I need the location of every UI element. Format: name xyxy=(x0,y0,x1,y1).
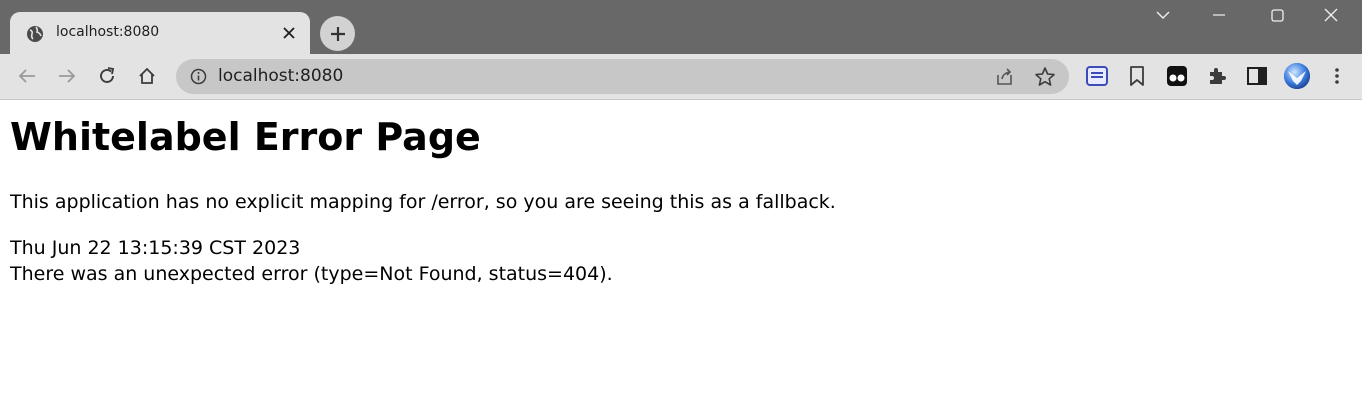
reading-list-button[interactable] xyxy=(1083,62,1111,90)
tampermonkey-icon xyxy=(1167,66,1187,86)
more-vert-icon xyxy=(1335,68,1339,84)
minimize-button[interactable] xyxy=(1196,0,1242,30)
new-tab-button[interactable] xyxy=(320,16,355,51)
browser-menu-button[interactable] xyxy=(1323,62,1351,90)
share-icon[interactable] xyxy=(994,66,1016,88)
home-icon xyxy=(139,67,155,84)
tab-title: localhost:8080 xyxy=(56,24,160,40)
tampermonkey-button[interactable] xyxy=(1163,62,1191,90)
info-icon[interactable] xyxy=(190,68,207,85)
error-message: This application has no explicit mapping… xyxy=(10,191,836,213)
error-detail: There was an unexpected error (type=Not … xyxy=(10,263,613,285)
bookmark-button[interactable] xyxy=(1123,62,1151,90)
error-timestamp: Thu Jun 22 13:15:39 CST 2023 xyxy=(10,237,301,259)
globe-icon xyxy=(27,26,43,42)
side-panel-icon xyxy=(1247,67,1267,85)
tab-search-button[interactable] xyxy=(1140,0,1186,30)
url-text[interactable]: localhost:8080 xyxy=(218,66,343,86)
browser-tab[interactable]: localhost:8080 xyxy=(10,12,310,54)
extensions-button[interactable] xyxy=(1203,62,1231,90)
star-icon[interactable] xyxy=(1034,66,1056,88)
maximize-icon xyxy=(1270,8,1284,22)
chevron-down-icon xyxy=(1156,11,1170,19)
side-panel-button[interactable] xyxy=(1243,62,1271,90)
avatar xyxy=(1284,63,1310,89)
profile-button[interactable] xyxy=(1283,62,1311,90)
forward-button[interactable] xyxy=(53,62,81,90)
reload-icon xyxy=(100,67,115,83)
address-bar[interactable]: localhost:8080 xyxy=(176,59,1069,94)
back-button[interactable] xyxy=(13,62,41,90)
close-icon xyxy=(1324,8,1338,22)
plus-icon xyxy=(330,26,345,41)
reload-button[interactable] xyxy=(93,62,121,90)
close-window-button[interactable] xyxy=(1308,0,1354,30)
arrow-left-icon xyxy=(18,69,35,83)
maximize-button[interactable] xyxy=(1254,0,1300,30)
home-button[interactable] xyxy=(133,62,161,90)
page-title: Whitelabel Error Page xyxy=(10,115,481,159)
reading-list-icon xyxy=(1086,66,1108,86)
bookmark-icon xyxy=(1130,66,1144,86)
page-content: Whitelabel Error Page This application h… xyxy=(10,100,1350,287)
close-icon[interactable] xyxy=(280,24,298,42)
puzzle-icon xyxy=(1210,68,1226,84)
browser-toolbar: localhost:8080 xyxy=(0,54,1362,100)
title-bar: localhost:8080 xyxy=(0,0,1362,54)
minimize-icon xyxy=(1213,14,1225,16)
arrow-right-icon xyxy=(59,69,76,83)
